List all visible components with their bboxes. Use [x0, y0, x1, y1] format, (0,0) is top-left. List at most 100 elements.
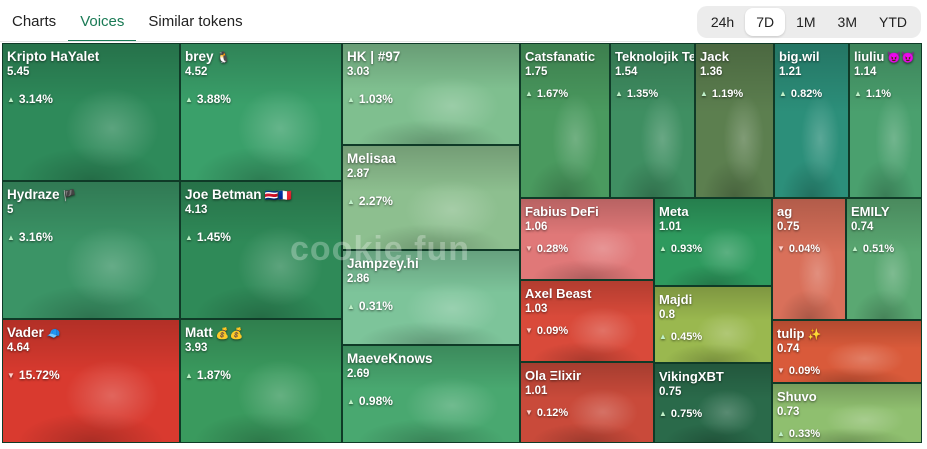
- voice-name-text: HK | #97: [347, 49, 401, 64]
- tab-divider: [0, 41, 660, 42]
- voice-info: tulip ✨ 0.74 ▼ 0.09%: [777, 326, 821, 377]
- voice-change: ▲ 0.51%: [851, 243, 894, 255]
- voice-value: 0.73: [777, 406, 800, 418]
- tab-charts[interactable]: Charts: [0, 2, 68, 42]
- voice-name-text: Axel Beast: [525, 286, 592, 301]
- voice-value: 4.13: [185, 204, 208, 216]
- tab-similar-tokens[interactable]: Similar tokens: [136, 2, 254, 42]
- voice-change-text: 0.51%: [862, 243, 895, 255]
- voice-change-text: 0.09%: [536, 325, 569, 337]
- triangle-up-icon: ▲: [700, 89, 708, 98]
- voice-change: ▲ 1.19%: [700, 88, 743, 100]
- voice-value: 1.06: [525, 221, 548, 233]
- triangle-up-icon: ▲: [659, 244, 667, 253]
- range-7d-button[interactable]: 7D: [745, 8, 786, 36]
- voice-badge-icon: 💰💰: [215, 328, 244, 340]
- voice-change-text: 0.12%: [536, 407, 569, 419]
- voice-info: Vader 🧢 4.64 ▼ 15.72%: [7, 325, 60, 382]
- voice-name-text: liuliu: [854, 49, 885, 64]
- voice-name: VikingXBT: [659, 369, 724, 384]
- voice-change: ▲ 0.93%: [659, 243, 702, 255]
- voice-value: 1.75: [525, 66, 548, 78]
- voice-tile[interactable]: Shuvo 0.73 ▲ 0.33%: [772, 383, 922, 443]
- voice-change-text: 1.1%: [865, 88, 891, 100]
- voice-tile[interactable]: VikingXBT 0.75 ▲ 0.75%: [654, 363, 772, 443]
- voice-tile[interactable]: Jampzey.hi 2.86 ▲ 0.31%: [342, 250, 520, 345]
- voice-value: 4.52: [185, 66, 208, 78]
- voice-name: Majdi: [659, 292, 702, 307]
- voice-tile[interactable]: Vader 🧢 4.64 ▼ 15.72%: [2, 319, 180, 443]
- voice-tile[interactable]: Teknolojik Tebeşir🥷 1.54 ▲1.35%: [610, 43, 695, 198]
- voice-tile[interactable]: Kripto HaYalet 5.45 ▲ 3.14%: [2, 43, 180, 181]
- voice-name: Jampzey.hi: [347, 256, 419, 271]
- voice-change-text: 1.19%: [711, 88, 744, 100]
- triangle-down-icon: ▼: [777, 244, 785, 253]
- voice-info: liuliu 😈😈 1.14 ▲ 1.1%: [854, 49, 915, 100]
- voice-change-text: 3.14%: [18, 92, 53, 106]
- voice-value: 0.75: [659, 386, 682, 398]
- voice-change-text: 0.04%: [788, 243, 821, 255]
- voice-tile[interactable]: liuliu 😈😈 1.14 ▲ 1.1%: [849, 43, 922, 198]
- triangle-up-icon: ▲: [185, 371, 193, 380]
- voice-tile[interactable]: Joe Betman 🇨🇷🇫🇷 4.13 ▲ 1.45%: [180, 181, 342, 319]
- voice-tile[interactable]: big.wil 1.21 ▲ 0.82%: [774, 43, 849, 198]
- voice-tile[interactable]: ag 0.75 ▼ 0.04%: [772, 198, 846, 320]
- voice-tile[interactable]: Axel Beast 1.03 ▼ 0.09%: [520, 280, 654, 362]
- voice-change-text: 0.09%: [788, 365, 821, 377]
- voice-value: 1.54: [615, 66, 638, 78]
- voice-name: MaeveKnows: [347, 351, 433, 366]
- voice-change: ▼ 0.28%: [525, 243, 599, 255]
- triangle-up-icon: ▲: [7, 95, 15, 104]
- voice-name: Ola Ξlixir: [525, 368, 581, 383]
- range-3m-button[interactable]: 3M: [827, 8, 868, 36]
- voice-name: Teknolojik Tebeşir🥷: [615, 49, 694, 64]
- range-ytd-button[interactable]: YTD: [868, 8, 918, 36]
- triangle-down-icon: ▼: [525, 326, 533, 335]
- voice-tile[interactable]: HK | #97 3.03 ▲ 1.03%: [342, 43, 520, 145]
- voice-change-text: 3.88%: [196, 92, 231, 106]
- voice-change: ▲ 0.31%: [347, 299, 419, 313]
- voice-tile[interactable]: Matt 💰💰 3.93 ▲ 1.87%: [180, 319, 342, 443]
- voice-tile[interactable]: Majdi 0.8 ▲ 0.45%: [654, 286, 772, 363]
- voice-name: Kripto HaYalet: [7, 49, 99, 64]
- voice-tile[interactable]: Melisaa 2.87 ▲ 2.27%: [342, 145, 520, 250]
- voice-tile[interactable]: MaeveKnows 2.69 ▲ 0.98%: [342, 345, 520, 443]
- voice-info: Jampzey.hi 2.86 ▲ 0.31%: [347, 256, 419, 313]
- voice-tile[interactable]: Fabius DeFi 1.06 ▼ 0.28%: [520, 198, 654, 280]
- triangle-up-icon: ▲: [777, 429, 785, 438]
- voice-tile[interactable]: Catsfanatic 1.75 ▲ 1.67%: [520, 43, 610, 198]
- voice-tile[interactable]: EMILY 0.74 ▲ 0.51%: [846, 198, 922, 320]
- voice-value: 5.45: [7, 66, 30, 78]
- range-1m-button[interactable]: 1M: [785, 8, 826, 36]
- range-24h-button[interactable]: 24h: [700, 8, 745, 36]
- voice-change-text: 0.45%: [670, 331, 703, 343]
- voice-info: Fabius DeFi 1.06 ▼ 0.28%: [525, 204, 599, 255]
- voice-value: 0.74: [851, 221, 874, 233]
- voice-change: ▼ 0.09%: [777, 365, 821, 377]
- voice-badge-icon: 🐧: [216, 52, 231, 64]
- voice-tile[interactable]: Hydraze 🏴 5 ▲ 3.16%: [2, 181, 180, 319]
- voice-tile[interactable]: Jack 1.36 ▲ 1.19%: [695, 43, 774, 198]
- tab-voices[interactable]: Voices: [68, 2, 137, 42]
- voice-change: ▲ 1.35%: [615, 88, 694, 100]
- voice-info: Melisaa 2.87 ▲ 2.27%: [347, 151, 396, 208]
- voice-change-text: 1.35%: [626, 88, 659, 100]
- voice-change: ▲ 2.27%: [347, 194, 396, 208]
- triangle-up-icon: ▲: [185, 233, 193, 242]
- voice-info: MaeveKnows 2.69 ▲ 0.98%: [347, 351, 433, 408]
- voice-change-text: 0.75%: [670, 408, 703, 420]
- voice-change-text: 0.33%: [788, 428, 821, 440]
- voice-change-text: 1.45%: [196, 230, 231, 244]
- voice-change: ▲ 3.16%: [7, 230, 76, 244]
- voice-name-text: Meta: [659, 204, 689, 219]
- voice-name-text: Ola Ξlixir: [525, 368, 582, 383]
- voice-change: ▼ 0.12%: [525, 407, 581, 419]
- voice-name-text: Matt: [185, 325, 213, 340]
- voice-tile[interactable]: brey 🐧 4.52 ▲ 3.88%: [180, 43, 342, 181]
- voice-change-text: 1.03%: [358, 92, 393, 106]
- triangle-up-icon: ▲: [7, 233, 15, 242]
- voice-tile[interactable]: Meta 1.01 ▲ 0.93%: [654, 198, 772, 286]
- voice-tile[interactable]: Ola Ξlixir 1.01 ▼ 0.12%: [520, 362, 654, 443]
- voice-tile[interactable]: tulip ✨ 0.74 ▼ 0.09%: [772, 320, 922, 383]
- voice-value: 1.36: [700, 66, 723, 78]
